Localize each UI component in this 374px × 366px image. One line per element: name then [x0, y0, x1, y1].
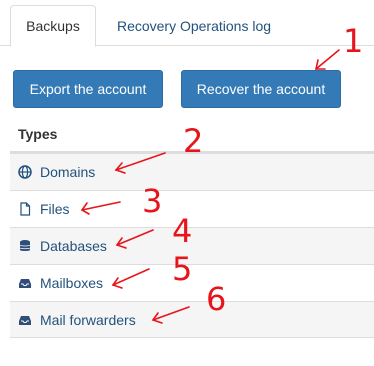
inbox-icon [18, 276, 32, 290]
annotation-5: 5 [172, 250, 193, 288]
export-account-button[interactable]: Export the account [13, 70, 163, 108]
type-label-files[interactable]: Files [40, 201, 70, 217]
type-label-mail-forwarders[interactable]: Mail forwarders [40, 312, 136, 328]
type-label-databases[interactable]: Databases [40, 238, 107, 254]
annotation-2: 2 [183, 122, 204, 160]
annotation-4: 4 [172, 212, 193, 250]
annotation-arrow-1 [315, 49, 340, 70]
tab-backups[interactable]: Backups [10, 5, 96, 47]
types-header: Types [18, 126, 58, 142]
annotation-3: 3 [142, 182, 163, 220]
annotation-1: 1 [343, 22, 364, 60]
annotation-6: 6 [206, 280, 227, 318]
database-icon [18, 239, 32, 253]
globe-icon [18, 165, 32, 179]
type-label-domains[interactable]: Domains [40, 164, 95, 180]
type-row-mail-forwarders[interactable]: Mail forwarders [10, 301, 374, 338]
inbox-icon [18, 313, 32, 327]
file-icon [18, 202, 32, 216]
type-label-mailboxes[interactable]: Mailboxes [40, 275, 103, 291]
tab-bar: Backups Recovery Operations log [0, 0, 374, 47]
recover-account-button[interactable]: Recover the account [181, 70, 341, 108]
tab-recovery-operations-log[interactable]: Recovery Operations log [100, 5, 288, 47]
